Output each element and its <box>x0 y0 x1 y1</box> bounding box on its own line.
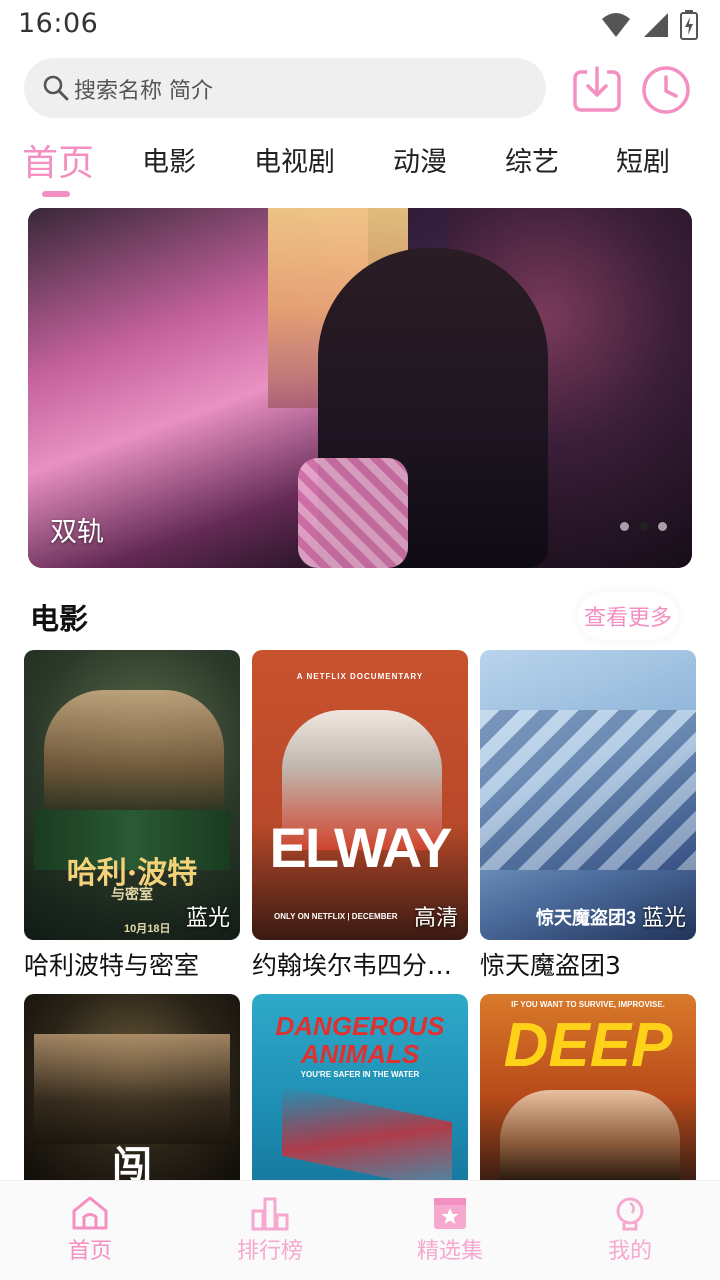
carousel-dot[interactable] <box>620 522 629 531</box>
wifi-icon <box>602 13 630 37</box>
poster-art <box>282 1085 452 1180</box>
poster-title: 闯 <box>112 1143 152 1180</box>
battery-icon <box>680 10 698 40</box>
poster-title: DANGEROUS ANIMALS <box>275 1011 445 1069</box>
nav-label: 排行榜 <box>236 1239 303 1264</box>
poster-topline: A NETFLIX DOCUMENTARY <box>296 672 424 681</box>
tab-movies[interactable]: 电影 <box>142 140 196 179</box>
poster-art <box>480 710 696 870</box>
tab-anime[interactable]: 动漫 <box>393 140 447 179</box>
poster-art <box>44 690 224 820</box>
nav-home[interactable]: 首页 <box>30 1195 150 1265</box>
poster-title: DEEP <box>503 1011 673 1080</box>
tab-short-drama[interactable]: 短剧 <box>616 140 670 179</box>
carousel-dot-active[interactable] <box>639 522 648 531</box>
profile-icon <box>616 1197 644 1231</box>
poster-art <box>500 1090 680 1180</box>
quality-badge: 高清 <box>413 906 458 931</box>
movie-poster: A NETFLIX DOCUMENTARY ELWAY ONLY ON NETF… <box>252 650 468 940</box>
history-icon[interactable] <box>640 64 692 116</box>
signal-icon <box>644 13 668 37</box>
banner-title: 双轨 <box>50 517 104 548</box>
tab-variety[interactable]: 综艺 <box>505 140 559 179</box>
status-icons <box>600 10 698 40</box>
movie-title: 哈利波特与密室 <box>24 951 200 980</box>
poster-date: 10月18日 <box>124 923 171 935</box>
poster-title: ELWAY <box>269 816 453 879</box>
nav-collection[interactable]: 精选集 <box>390 1195 510 1265</box>
tab-home[interactable]: 首页 <box>22 134 94 186</box>
quality-badge: 蓝光 <box>185 906 230 931</box>
banner-carousel[interactable]: 双轨 <box>28 208 692 568</box>
poster-art <box>34 1034 230 1144</box>
category-tabs: 首页 电影 电视剧 动漫 综艺 短剧 <box>0 130 720 200</box>
view-more-button[interactable]: 查看更多 <box>578 592 678 640</box>
poster-bottomline: ONLY ON NETFLIX | DECEMBER <box>274 912 398 921</box>
movie-poster: IF YOU WANT TO SURVIVE, IMPROVISE. DEEP <box>480 994 696 1180</box>
banner-image-skirt <box>298 458 408 568</box>
poster-subtitle: YOU'RE SAFER IN THE WATER <box>300 1070 420 1079</box>
section-title: 电影 <box>30 602 89 636</box>
poster-topline: IF YOU WANT TO SURVIVE, IMPROVISE. <box>511 1000 665 1009</box>
search-bar[interactable]: 搜索名称 简介 <box>24 58 546 118</box>
status-bar: 16:06 <box>0 0 720 50</box>
search-icon <box>43 75 69 101</box>
home-icon <box>72 1196 108 1230</box>
status-time: 16:06 <box>18 8 99 39</box>
collection-icon <box>434 1198 466 1229</box>
carousel-dot[interactable] <box>658 522 667 531</box>
poster-title: 惊天魔盗团3 <box>536 908 637 928</box>
nav-label: 精选集 <box>416 1239 483 1264</box>
search-placeholder: 搜索名称 简介 <box>74 79 213 104</box>
nav-profile[interactable]: 我的 <box>570 1195 690 1265</box>
ranking-icon <box>251 1197 289 1231</box>
movie-poster: 惊天魔盗团3 蓝光 <box>480 650 696 940</box>
movie-poster: 闯 <box>24 994 240 1180</box>
nav-ranking[interactable]: 排行榜 <box>210 1195 330 1265</box>
active-tab-indicator <box>42 191 70 197</box>
tab-tv-series[interactable]: 电视剧 <box>254 140 335 179</box>
movie-poster: DANGEROUS ANIMALS YOU'RE SAFER IN THE WA… <box>252 994 468 1180</box>
download-icon[interactable] <box>572 64 624 116</box>
quality-badge: 蓝光 <box>641 906 686 931</box>
nav-label: 首页 <box>67 1239 112 1264</box>
bottom-navigation: 首页 排行榜 精选集 我的 <box>0 1180 720 1280</box>
movie-title: 惊天魔盗团3 <box>480 951 621 980</box>
movie-poster: 哈利·波特 与密室 10月18日 蓝光 <box>24 650 240 940</box>
movie-title: 约翰埃尔韦四分卫传奇 <box>252 951 468 980</box>
nav-label: 我的 <box>607 1239 652 1264</box>
